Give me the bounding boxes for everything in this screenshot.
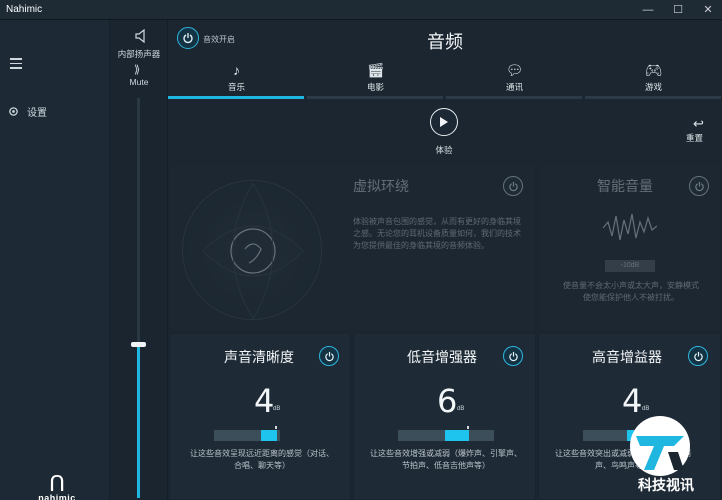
watermark-logo: 科技视讯 [630, 416, 694, 494]
panel-title: 虚拟环绕 [353, 178, 409, 194]
panel-title: 低音增强器 [407, 349, 477, 365]
tab-music[interactable]: ♪ 音乐 [168, 60, 305, 100]
treble-boost-power-button[interactable] [688, 346, 708, 366]
bass-boost-panel: 低音增强器 6 dB 让这些音效增强或减弱（爆炸声、引擎声、节拍声、低音吉他声等… [353, 333, 536, 500]
tab-label: 游戏 [644, 82, 662, 92]
bass-boost-value: 6 [437, 382, 458, 420]
tab-communication[interactable]: 💬︎ 通讯 [446, 60, 583, 100]
try-label: 体验 [435, 145, 453, 155]
virtual-surround-panel: 虚拟环绕 体验被声音包围的感觉，从而有更好的身临其境之感。无论您的耳机设备质量如… [169, 163, 536, 331]
tab-gaming[interactable]: 🎮︎ 游戏 [585, 60, 722, 100]
panel-description: 体验被声音包围的感觉，从而有更好的身临其境之感。无论您的耳机设备质量如何，我们的… [353, 217, 521, 250]
chat-icon: 💬︎ [505, 62, 524, 78]
power-icon [693, 351, 703, 361]
voice-clarity-slider-fill [261, 430, 277, 441]
sidebar: 设置 ᑎ nahimic [0, 20, 110, 500]
head-icon [202, 182, 304, 320]
panel-title: 声音清晰度 [224, 349, 294, 365]
page-title: 音频 [427, 32, 463, 52]
reset-label[interactable]: 重置 [686, 132, 703, 144]
volume-slider-fill [137, 344, 140, 498]
panel-description: 让这些音效呈现远近距离的感觉（对话、合唱、聊天等） [190, 449, 334, 470]
power-icon [508, 351, 518, 361]
app-title: Nahimic [6, 4, 43, 15]
bass-boost-power-button[interactable] [503, 346, 523, 366]
title-bar: Nahimic — ☐ ✕ [0, 0, 722, 20]
surround-power-button[interactable] [503, 176, 523, 196]
power-icon [694, 181, 704, 191]
surround-sphere-illustration [182, 180, 322, 320]
gear-icon [9, 107, 18, 116]
unit-label: dB [457, 406, 465, 412]
tab-label: 音乐 [227, 82, 245, 92]
voice-clarity-panel: 声音清晰度 4 dB 让这些音效呈现远近距离的感觉（对话、合唱、聊天等） [169, 333, 351, 500]
maximize-button[interactable]: ☐ [664, 2, 692, 18]
sidebar-item-settings[interactable]: 设置 [8, 104, 47, 119]
profile-tabs: ♪ 音乐 🎬︎ 电影 💬︎ 通讯 🎮︎ 游戏 [168, 60, 722, 100]
device-label: 内部扬声器 [117, 49, 161, 59]
unit-label: dB [273, 406, 281, 412]
try-button[interactable] [430, 108, 458, 136]
smart-volume-db-value: -10dB [605, 260, 655, 272]
tab-indicator [585, 96, 721, 99]
tab-label: 通讯 [505, 82, 523, 92]
tab-indicator [168, 96, 304, 99]
bass-boost-slider-fill [445, 430, 469, 441]
music-note-icon: ♪ [233, 62, 240, 78]
tab-indicator [446, 96, 582, 99]
panel-description: 使音量不会太小声或太大声，安静模式使您能保护他人不被打扰。 [563, 281, 699, 302]
mute-label[interactable]: Mute [110, 77, 168, 87]
menu-icon[interactable] [10, 58, 22, 69]
tab-indicator [307, 96, 443, 99]
waveform-icon [603, 213, 657, 241]
minimize-button[interactable]: — [634, 2, 662, 18]
speaker-icon[interactable] [134, 29, 150, 43]
smart-volume-panel: 智能音量 -10dB 使音量不会太小声或太大声，安静模式使您能保护他人不被打扰。 [538, 163, 721, 331]
power-icon [324, 351, 334, 361]
undo-icon[interactable]: ↩ [693, 116, 704, 132]
close-button[interactable]: ✕ [694, 2, 722, 18]
tab-movie[interactable]: 🎬︎ 电影 [307, 60, 444, 100]
slider-marker [275, 426, 277, 429]
panel-description: 让这些音效增强或减弱（爆炸声、引擎声、节拍声、低音吉他声等） [370, 449, 522, 470]
clapperboard-icon: 🎬︎ [366, 62, 385, 78]
sidebar-item-label: 设置 [27, 108, 47, 119]
tab-label: 电影 [366, 82, 384, 92]
panel-title: 高音增益器 [592, 349, 662, 365]
gamepad-icon: 🎮︎ [644, 62, 663, 78]
mute-icon[interactable]: ⟫ [134, 63, 140, 76]
voice-clarity-value: 4 [254, 382, 275, 420]
volume-panel: 内部扬声器 ⟫ Mute [110, 20, 168, 500]
logo-text: nahimic [38, 493, 76, 500]
smart-volume-power-button[interactable] [689, 176, 709, 196]
slider-marker [467, 426, 469, 429]
power-icon [508, 181, 518, 191]
watermark-text: 科技视讯 [638, 477, 694, 494]
play-icon [440, 117, 448, 127]
volume-slider-thumb[interactable] [131, 342, 146, 347]
voice-clarity-power-button[interactable] [319, 346, 339, 366]
panel-title: 智能音量 [597, 178, 653, 194]
nahimic-logo: ᑎ nahimic [37, 472, 77, 500]
